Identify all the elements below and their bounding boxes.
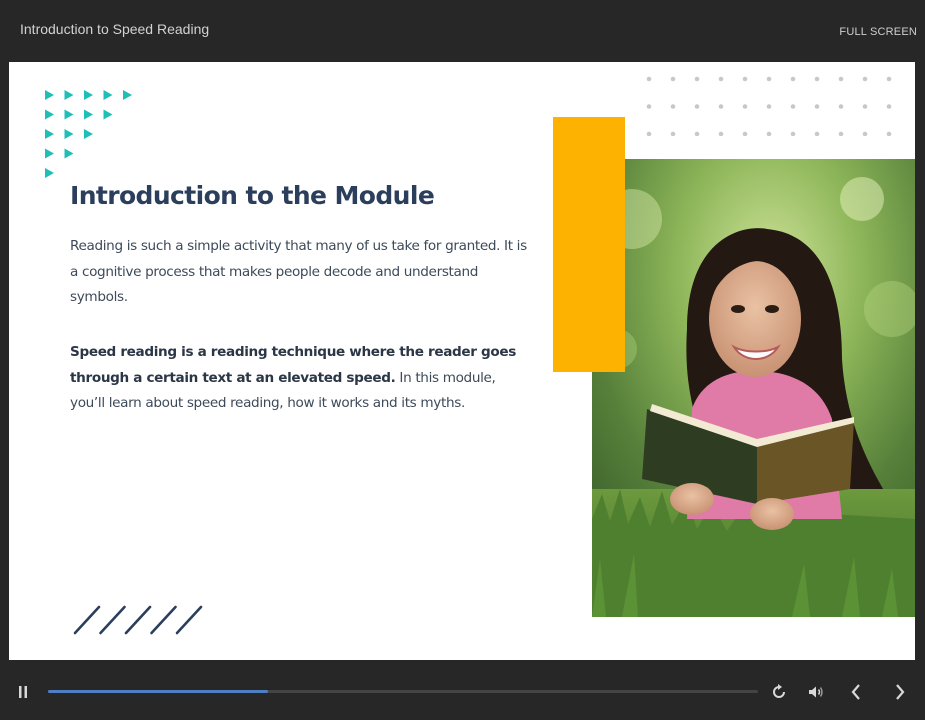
- slash-mark: [124, 605, 152, 635]
- grid-dot: [862, 104, 868, 109]
- chevron-right-icon: [896, 684, 905, 700]
- grid-dot: [646, 76, 652, 82]
- grid-dot: [838, 76, 844, 82]
- grid-dot: [670, 131, 676, 136]
- triangle-mark: [103, 90, 113, 100]
- slash-mark: [175, 605, 203, 635]
- replay-icon: [773, 684, 785, 698]
- grid-dot: [766, 131, 772, 136]
- intro-paragraph: Reading is such a simple activity that m…: [70, 238, 527, 305]
- slide: Introduction to the Module Reading is su…: [9, 62, 915, 660]
- slash-mark: [150, 605, 177, 635]
- grid-dot: [694, 104, 700, 109]
- triangle-mark: [64, 109, 74, 120]
- triangle-mark: [103, 109, 113, 120]
- grid-dot: [886, 131, 892, 136]
- triangle-mark: [45, 148, 54, 159]
- control-bar: [0, 660, 925, 720]
- course-player: Introduction to Speed Reading FULL SCREE…: [0, 0, 925, 720]
- grid-dot: [742, 76, 748, 82]
- course-title: Introduction to Speed Reading: [20, 21, 210, 37]
- triangle-mark: [123, 90, 132, 100]
- chevron-left-icon: [851, 684, 860, 700]
- volume-icon: [809, 686, 823, 698]
- triangle-mark: [64, 148, 74, 159]
- grid-dot: [838, 131, 844, 136]
- grid-dot: [718, 104, 724, 109]
- dot-grid-pattern: [646, 76, 892, 136]
- grid-dot: [790, 131, 796, 136]
- grid-dot: [718, 131, 724, 136]
- grid-dot: [814, 131, 820, 136]
- slash-mark: [73, 605, 101, 635]
- grid-dot: [670, 104, 676, 109]
- slash-mark: [99, 605, 126, 635]
- triangle-mark: [64, 129, 74, 139]
- grid-dot: [862, 131, 868, 136]
- grid-dot: [862, 76, 868, 82]
- pause-button[interactable]: [16, 684, 30, 700]
- yellow-accent-block: [553, 117, 625, 372]
- triangle-mark: [64, 90, 74, 100]
- grid-dot: [838, 104, 844, 109]
- triangle-mark: [45, 168, 54, 178]
- grid-dot: [790, 76, 796, 82]
- grid-dot: [646, 104, 652, 109]
- top-bar: Introduction to Speed Reading FULL SCREE…: [0, 0, 925, 62]
- triangle-mark: [84, 109, 93, 120]
- slash-pattern: [73, 605, 203, 635]
- progress-bar[interactable]: [48, 690, 758, 693]
- triangle-pattern: [45, 90, 132, 178]
- grid-dot: [742, 104, 748, 109]
- fullscreen-button[interactable]: FULL SCREEN: [839, 26, 917, 38]
- definition-paragraph: Speed reading is a reading technique whe…: [70, 340, 532, 417]
- next-slide-button[interactable]: [892, 682, 908, 702]
- grid-dot: [766, 76, 772, 82]
- pause-icon: [19, 686, 27, 698]
- grid-dot: [766, 104, 772, 109]
- triangle-mark: [45, 109, 54, 120]
- grid-dot: [790, 104, 796, 109]
- triangle-mark: [45, 90, 54, 100]
- replay-button[interactable]: [770, 683, 788, 701]
- triangle-mark: [84, 90, 93, 100]
- grid-dot: [886, 104, 892, 109]
- grid-dot: [814, 104, 820, 109]
- grid-dot: [694, 76, 700, 82]
- volume-button[interactable]: [807, 683, 825, 701]
- progress-fill: [48, 690, 269, 693]
- previous-slide-button[interactable]: [848, 682, 864, 702]
- triangle-mark: [45, 129, 54, 139]
- grid-dot: [646, 131, 652, 136]
- grid-dot: [694, 131, 700, 136]
- triangle-mark: [84, 129, 93, 139]
- grid-dot: [742, 131, 748, 136]
- grid-dot: [670, 76, 676, 82]
- slide-heading: Introduction to the Module: [70, 181, 435, 210]
- grid-dot: [886, 76, 892, 82]
- grid-dot: [814, 76, 820, 82]
- grid-dot: [718, 76, 724, 82]
- woman-reading-photo: [592, 159, 915, 617]
